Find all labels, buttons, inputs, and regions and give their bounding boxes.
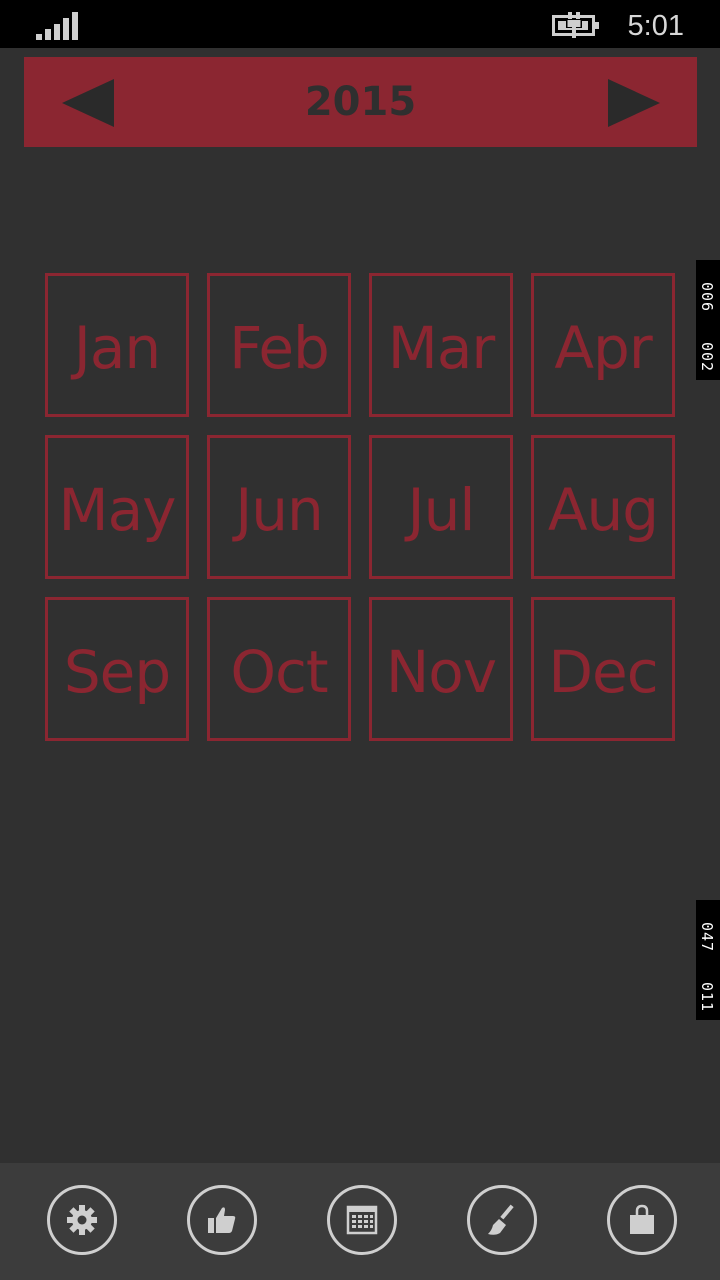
thumbs-up-icon — [208, 1207, 236, 1233]
shopping-bag-icon — [630, 1204, 654, 1234]
status-bar: 5:01 — [0, 0, 720, 48]
calendar-button[interactable] — [327, 1185, 397, 1255]
theme-button[interactable] — [467, 1185, 537, 1255]
month-feb[interactable]: Feb — [207, 273, 351, 417]
month-dec[interactable]: Dec — [531, 597, 675, 741]
side-marker-value: 006 — [698, 282, 716, 313]
year-label: 2015 — [304, 79, 417, 125]
year-header: 2015 — [24, 57, 697, 147]
side-marker: 006 002 — [696, 260, 720, 380]
settings-button[interactable] — [47, 1185, 117, 1255]
app-bar — [0, 1163, 720, 1280]
month-oct[interactable]: Oct — [207, 597, 351, 741]
battery-charging-icon — [552, 12, 599, 38]
rate-button[interactable] — [187, 1185, 257, 1255]
side-marker-value: 011 — [698, 982, 716, 1013]
side-marker-value: 002 — [698, 342, 716, 373]
store-button[interactable] — [607, 1185, 677, 1255]
triangle-left-icon[interactable] — [62, 79, 114, 127]
clock: 5:01 — [627, 10, 684, 42]
side-marker-value: 047 — [698, 922, 716, 953]
calendar-icon — [346, 1205, 378, 1235]
brush-icon — [488, 1204, 514, 1235]
triangle-right-icon[interactable] — [608, 79, 660, 127]
month-sep[interactable]: Sep — [45, 597, 189, 741]
gear-icon — [67, 1205, 97, 1235]
month-may[interactable]: May — [45, 435, 189, 579]
month-nov[interactable]: Nov — [369, 597, 513, 741]
side-marker: 047 011 — [696, 900, 720, 1020]
month-jul[interactable]: Jul — [369, 435, 513, 579]
month-mar[interactable]: Mar — [369, 273, 513, 417]
month-jan[interactable]: Jan — [45, 273, 189, 417]
month-aug[interactable]: Aug — [531, 435, 675, 579]
month-jun[interactable]: Jun — [207, 435, 351, 579]
month-apr[interactable]: Apr — [531, 273, 675, 417]
month-grid: Jan Feb Mar Apr May Jun Jul Aug Sep Oct … — [45, 273, 675, 741]
signal-bars-icon — [36, 12, 78, 40]
